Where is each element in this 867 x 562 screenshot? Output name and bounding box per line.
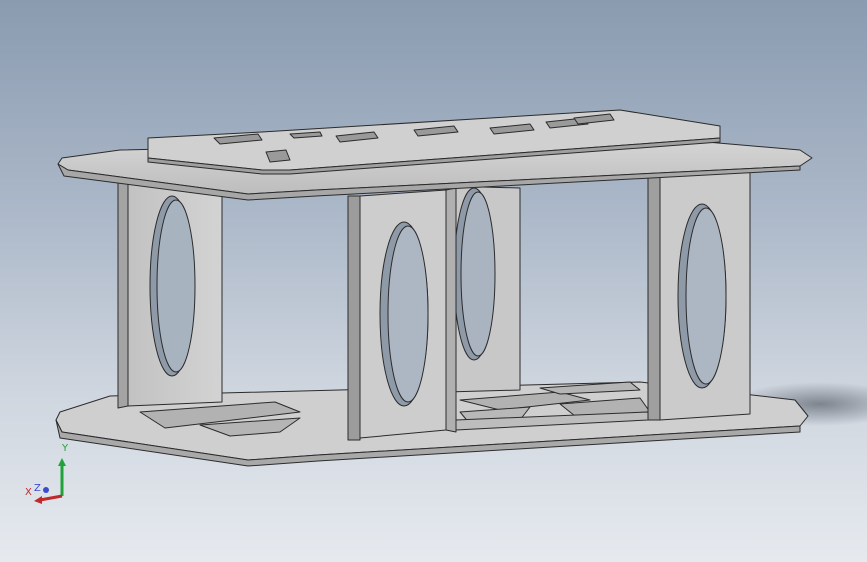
orientation-triad: Y X Z xyxy=(22,440,82,510)
triad-z-label: Z xyxy=(34,483,41,494)
3d-model-view[interactable] xyxy=(0,0,867,562)
pad-slot xyxy=(265,149,291,163)
triad-axes xyxy=(34,458,66,504)
z-axis-dot xyxy=(43,487,49,493)
x-axis-head xyxy=(34,496,42,504)
left-back-post[interactable] xyxy=(117,179,223,409)
x-axis-arrow xyxy=(39,494,63,502)
triad-x-label: X xyxy=(25,487,32,498)
back-middle-post[interactable] xyxy=(445,185,521,393)
triad-y-label: Y xyxy=(62,443,69,454)
right-back-post[interactable] xyxy=(647,163,751,421)
front-middle-post[interactable] xyxy=(347,187,457,441)
graphics-viewport[interactable]: Y X Z xyxy=(0,0,867,562)
y-axis-head xyxy=(58,458,66,466)
